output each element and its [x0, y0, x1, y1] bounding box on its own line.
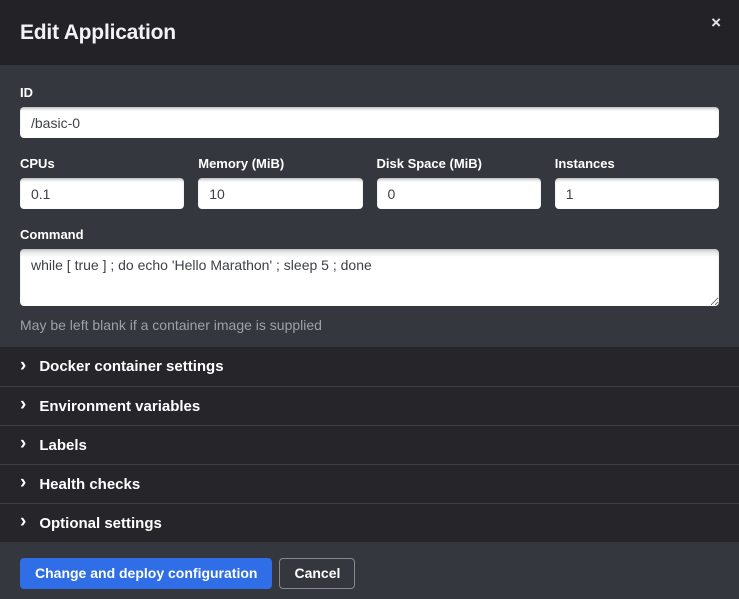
command-textarea[interactable]: while [ true ] ; do echo 'Hello Marathon… — [20, 249, 719, 306]
memory-input[interactable] — [198, 178, 362, 209]
command-field-group: Command while [ true ] ; do echo 'Hello … — [20, 227, 719, 333]
modal-form: ID CPUs Memory (MiB) Disk Space (MiB) In… — [0, 65, 739, 347]
chevron-right-icon: › — [20, 434, 26, 453]
section-label: Docker container settings — [39, 358, 223, 375]
chevron-right-icon: › — [20, 512, 26, 531]
instances-field-group: Instances — [555, 156, 719, 209]
cpus-input[interactable] — [20, 178, 184, 209]
memory-field-group: Memory (MiB) — [198, 156, 362, 209]
modal-header: Edit Application × — [0, 0, 739, 65]
change-and-deploy-button[interactable]: Change and deploy configuration — [20, 558, 272, 589]
cancel-button[interactable]: Cancel — [279, 558, 355, 589]
resources-row: CPUs Memory (MiB) Disk Space (MiB) Insta… — [20, 156, 719, 209]
cpus-field-group: CPUs — [20, 156, 184, 209]
section-label: Optional settings — [39, 515, 162, 532]
close-button[interactable]: × — [707, 12, 725, 33]
section-label: Environment variables — [39, 398, 200, 415]
edit-application-modal: Edit Application × ID CPUs Memory (MiB) … — [0, 0, 739, 599]
command-label: Command — [20, 227, 719, 242]
modal-title: Edit Application — [20, 21, 176, 45]
section-docker-container-settings[interactable]: › Docker container settings — [0, 347, 739, 386]
section-health-checks[interactable]: › Health checks — [0, 464, 739, 503]
chevron-right-icon: › — [20, 356, 26, 375]
id-label: ID — [20, 85, 719, 100]
disk-input[interactable] — [377, 178, 541, 209]
disk-field-group: Disk Space (MiB) — [377, 156, 541, 209]
memory-label: Memory (MiB) — [198, 156, 362, 171]
section-label: Health checks — [39, 476, 140, 493]
section-optional-settings[interactable]: › Optional settings — [0, 503, 739, 542]
chevron-right-icon: › — [20, 395, 26, 414]
chevron-right-icon: › — [20, 473, 26, 492]
instances-input[interactable] — [555, 178, 719, 209]
id-input[interactable] — [20, 107, 719, 138]
accordion: › Docker container settings › Environmen… — [0, 347, 739, 542]
cpus-label: CPUs — [20, 156, 184, 171]
section-environment-variables[interactable]: › Environment variables — [0, 386, 739, 425]
command-help-text: May be left blank if a container image i… — [20, 317, 719, 333]
close-icon: × — [711, 13, 721, 32]
instances-label: Instances — [555, 156, 719, 171]
section-label: Labels — [39, 437, 87, 454]
section-labels[interactable]: › Labels — [0, 425, 739, 464]
id-field-group: ID — [20, 85, 719, 138]
disk-label: Disk Space (MiB) — [377, 156, 541, 171]
modal-footer: Change and deploy configuration Cancel — [0, 542, 739, 599]
